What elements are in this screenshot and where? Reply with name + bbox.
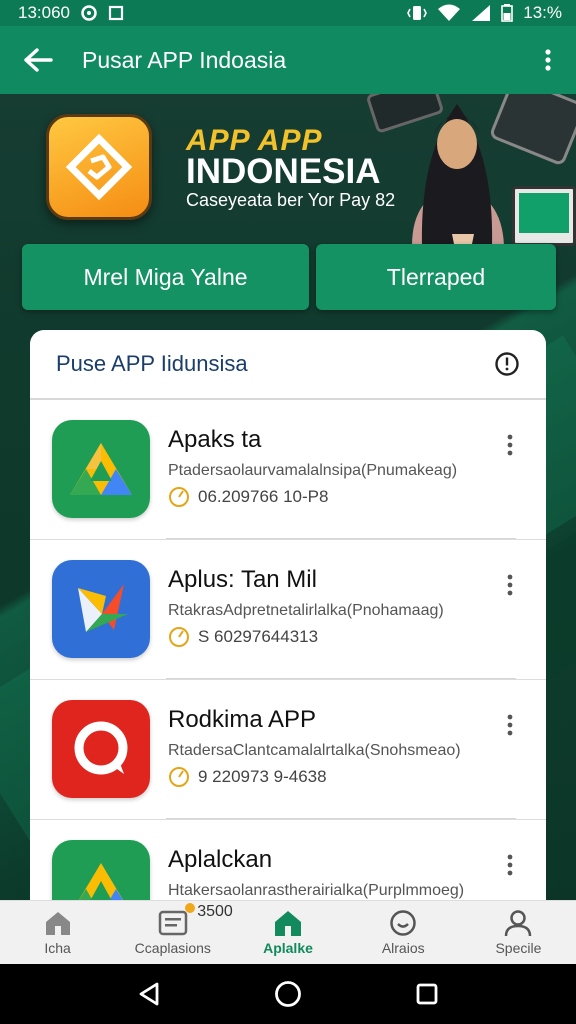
triangle-back-icon	[139, 982, 159, 1006]
row-more-button[interactable]	[500, 850, 520, 880]
back-button[interactable]	[0, 26, 76, 94]
nav-label: Icha	[44, 940, 71, 956]
card-title: Puse APP Iidunsisa	[56, 351, 248, 376]
gauge-icon	[169, 627, 189, 647]
nav-item-home[interactable]: Icha	[0, 901, 115, 964]
list-item[interactable]: Aplalckan Htakersaolanrastherairialka(Pu…	[30, 820, 546, 900]
more-vertical-icon	[507, 854, 513, 876]
notification-dot	[185, 903, 196, 913]
app-name: Aplus: Tan Mil	[168, 566, 317, 593]
row-more-button[interactable]	[500, 710, 520, 740]
battery-percent: 13:%	[523, 3, 562, 22]
list-item[interactable]: Apaks ta Ptadersaolaurvamalalnsipa(Pnuma…	[30, 400, 546, 540]
circle-home-icon	[275, 981, 301, 1007]
chat-bubble-icon	[52, 700, 150, 798]
person-illustration	[412, 104, 504, 246]
app-description: RtadersaClantcamalalrtalka(Snohsmeao)	[168, 742, 461, 759]
app-meta: 9 220973 9-4638	[168, 766, 327, 788]
arrow-shape-icon	[52, 560, 150, 658]
system-home-button[interactable]	[263, 969, 313, 1019]
nav-badge-count: 3500	[197, 903, 233, 920]
gauge-icon	[169, 487, 189, 507]
app-description: Htakersaolanrastherairialka(Purplmmoeg)	[168, 882, 465, 899]
app-name: Rodkima APP	[168, 706, 317, 733]
more-vertical-icon	[507, 434, 513, 456]
overflow-menu-button[interactable]	[520, 26, 576, 94]
app-bar: Pusar APP Indoasia	[0, 26, 576, 94]
row-more-button[interactable]	[500, 430, 520, 460]
system-navigation-bar	[0, 964, 576, 1024]
more-vertical-icon	[545, 49, 551, 71]
clock-icon	[390, 910, 416, 936]
signal-icon	[471, 4, 491, 22]
list-card-icon	[158, 910, 188, 936]
gauge-icon	[169, 767, 189, 787]
home-icon	[45, 912, 70, 935]
drive-triangle-icon	[52, 420, 150, 518]
app-meta: 06.209766 10-P8	[168, 486, 328, 508]
more-vertical-icon	[507, 574, 513, 596]
person-icon	[505, 910, 532, 937]
list-item[interactable]: Aplus: Tan Mil RtakrasAdpretnetalirlalka…	[30, 540, 546, 680]
laptop-illustration	[512, 186, 576, 246]
divider	[166, 678, 516, 679]
app-name: Apaks ta	[168, 426, 262, 453]
app-list-card: Puse APP Iidunsisa Apaks ta Ptadersaolau…	[30, 330, 546, 900]
sync-icon	[80, 4, 98, 22]
divider	[166, 818, 516, 819]
diamond-logo-icon	[65, 133, 133, 201]
battery-icon	[501, 4, 514, 22]
vibrate-icon	[407, 4, 428, 22]
app-meta: S 60297644313	[168, 626, 318, 648]
hero-banner: APP APP INDONESIA Caseyeata ber Yor Pay …	[0, 94, 576, 900]
nav-label: Alraios	[381, 940, 425, 956]
nav-item-apps-active[interactable]: Aplalke	[230, 901, 345, 964]
nav-label: Aplalke	[263, 940, 313, 956]
bottom-navigation: Icha 3500 Ccaplasions Aplalke Alraios Sp…	[0, 900, 576, 964]
hero-button-right[interactable]: Tlerraped	[316, 244, 556, 310]
app-meta-text: 06.209766 10-P8	[198, 487, 329, 506]
app-meta-text: S 60297644313	[198, 627, 319, 646]
home-icon	[275, 911, 301, 936]
list-item[interactable]: Rodkima APP RtadersaClantcamalalrtalka(S…	[30, 680, 546, 820]
hero-title: INDONESIA	[186, 152, 381, 191]
nav-item-applications[interactable]: 3500 Ccaplasions	[115, 901, 233, 964]
nav-label: Specile	[495, 940, 542, 956]
app-bar-title: Pusar APP Indoasia	[82, 46, 287, 73]
info-icon[interactable]	[494, 351, 520, 377]
row-more-button[interactable]	[500, 570, 520, 600]
app-name: Aplalckan	[168, 846, 273, 873]
app-description: Ptadersaolaurvamalalnsipa(Pnumakeag)	[168, 462, 458, 479]
app-logo	[46, 114, 152, 220]
more-vertical-icon	[507, 714, 513, 736]
wifi-icon	[437, 4, 461, 22]
square-icon	[108, 5, 124, 21]
system-back-button[interactable]	[124, 969, 174, 1019]
app-description: RtakrasAdpretnetalirlalka(Pnohamaag)	[168, 602, 444, 619]
system-recents-button[interactable]	[402, 969, 452, 1019]
status-time: 13:060	[18, 3, 70, 22]
divider	[166, 538, 516, 539]
card-header: Puse APP Iidunsisa	[30, 330, 546, 400]
arrow-left-icon	[24, 48, 53, 72]
status-bar: 13:060 13:%	[0, 0, 576, 26]
app-meta-text: 9 220973 9-4638	[198, 767, 327, 786]
square-recents-icon	[416, 983, 438, 1005]
hero-tagline: Caseyeata ber Yor Pay 82	[186, 190, 396, 210]
drive-triangle-icon	[52, 840, 150, 900]
nav-item-profile[interactable]: Specile	[461, 901, 576, 964]
nav-item-activity[interactable]: Alraios	[346, 901, 461, 964]
nav-label: Ccaplasions	[134, 940, 211, 956]
hero-button-left[interactable]: Mrel Miga Yalne	[22, 244, 309, 310]
